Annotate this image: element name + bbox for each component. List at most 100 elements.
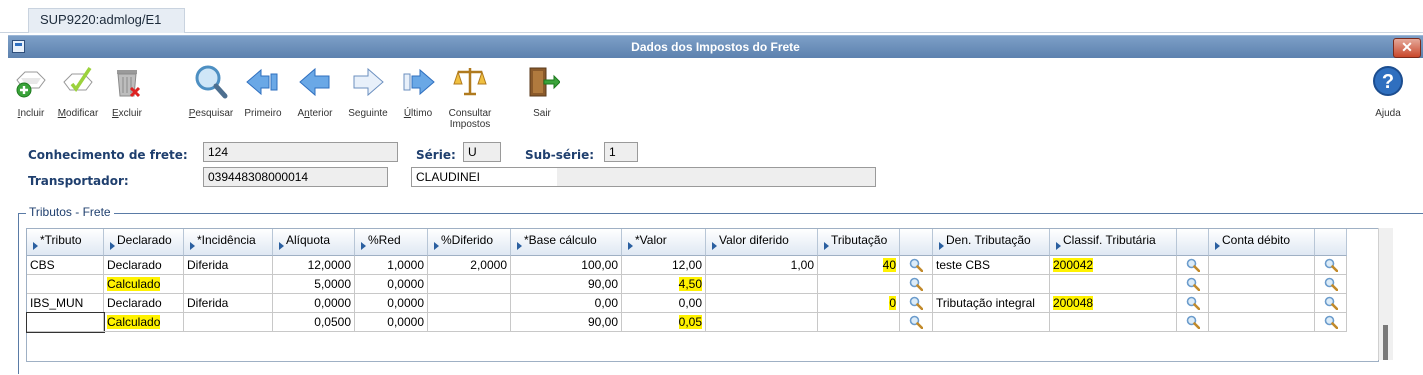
cell-conta-debito[interactable] [1209, 256, 1315, 275]
lookup-button[interactable] [900, 313, 933, 332]
lookup-button[interactable] [900, 275, 933, 294]
ajuda-button[interactable]: ? Ajuda [1368, 64, 1408, 128]
lookup-button[interactable] [1177, 275, 1209, 294]
cell-incidencia[interactable]: Diferida [184, 256, 273, 275]
cell-incidencia[interactable] [184, 275, 273, 294]
anterior-button[interactable]: Anterior [292, 64, 338, 128]
excluir-button[interactable]: Excluir [108, 64, 146, 128]
lookup-button[interactable] [1177, 256, 1209, 275]
lookup-button[interactable] [1315, 256, 1347, 275]
cell-tributo[interactable] [27, 275, 104, 294]
cell-valor-diferido[interactable] [706, 313, 818, 332]
column-header-diferido[interactable]: %Diferido [428, 229, 511, 256]
column-header-den-tributacao[interactable]: Den. Tributação [933, 229, 1050, 256]
column-header-conta-debito[interactable]: Conta débito [1209, 229, 1315, 256]
cell-den-tributacao[interactable]: Tributação integral [933, 294, 1050, 313]
cell-conta-debito[interactable] [1209, 294, 1315, 313]
cell-tributo[interactable] [26, 312, 105, 333]
cell-aliquota[interactable]: 0,0000 [273, 294, 355, 313]
cell-red[interactable]: 0,0000 [355, 275, 428, 294]
lookup-button[interactable] [900, 294, 933, 313]
column-header-tributacao[interactable]: Tributação [818, 229, 900, 256]
subserie-field[interactable]: 1 [604, 142, 638, 162]
cell-conta-debito[interactable] [1209, 275, 1315, 294]
cell-aliquota[interactable]: 5,0000 [273, 275, 355, 294]
cell-base-calculo[interactable]: 90,00 [511, 275, 622, 294]
lookup-button[interactable] [1315, 313, 1347, 332]
column-header-classif-tributaria[interactable]: Classif. Tributária [1050, 229, 1177, 256]
ultimo-button[interactable]: Último [400, 64, 436, 128]
cell-value: Tributação integral [936, 296, 1035, 310]
cell-tributacao[interactable]: 40 [818, 256, 900, 275]
cell-valor[interactable]: 12,00 [622, 256, 706, 275]
lookup-button[interactable] [1177, 294, 1209, 313]
cell-valor[interactable]: 0,05 [622, 313, 706, 332]
cell-tributacao[interactable]: 0 [818, 294, 900, 313]
transportador-name-field[interactable]: CLAUDINEI [411, 167, 876, 187]
cell-classif-tributaria[interactable] [1050, 313, 1177, 332]
grid-scrollbar-thumb[interactable] [1383, 325, 1388, 360]
transportador-code-field[interactable]: 039448308000014 [203, 167, 388, 187]
cell-tributo[interactable]: CBS [27, 256, 104, 275]
cell-den-tributacao[interactable] [933, 275, 1050, 294]
cell-tributo[interactable]: IBS_MUN [27, 294, 104, 313]
cell-base-calculo[interactable]: 0,00 [511, 294, 622, 313]
cell-valor-diferido[interactable] [706, 294, 818, 313]
sair-button[interactable]: Sair [524, 64, 560, 128]
lookup-button[interactable] [1177, 313, 1209, 332]
column-header-aliquota[interactable]: Alíquota [273, 229, 355, 256]
modificar-button[interactable]: Modificar [52, 64, 104, 128]
column-header-classif-lookup[interactable] [1177, 229, 1209, 256]
cell-aliquota[interactable]: 12,0000 [273, 256, 355, 275]
cell-tributacao[interactable] [818, 313, 900, 332]
cell-red[interactable]: 0,0000 [355, 294, 428, 313]
column-header-conta-lookup[interactable] [1315, 229, 1347, 256]
cell-valor[interactable]: 4,50 [622, 275, 706, 294]
cell-conta-debito[interactable] [1209, 313, 1315, 332]
column-header-red[interactable]: %Red [355, 229, 428, 256]
cell-tributacao[interactable] [818, 275, 900, 294]
cell-base-calculo[interactable]: 90,00 [511, 313, 622, 332]
cell-valor[interactable]: 0,00 [622, 294, 706, 313]
cell-den-tributacao[interactable] [933, 313, 1050, 332]
cell-classif-tributaria[interactable]: 200042 [1050, 256, 1177, 275]
cell-den-tributacao[interactable]: teste CBS [933, 256, 1050, 275]
cell-valor-diferido[interactable]: 1,00 [706, 256, 818, 275]
primeiro-button[interactable]: Primeiro [240, 64, 286, 128]
cell-classif-tributaria[interactable]: 200048 [1050, 294, 1177, 313]
cell-diferido[interactable]: 2,0000 [428, 256, 511, 275]
cell-red[interactable]: 0,0000 [355, 313, 428, 332]
lookup-button[interactable] [900, 256, 933, 275]
cell-declarado[interactable]: Calculado [104, 313, 184, 332]
cell-declarado[interactable]: Declarado [104, 294, 184, 313]
cell-valor-diferido[interactable] [706, 275, 818, 294]
cell-declarado[interactable]: Calculado [104, 275, 184, 294]
cell-classif-tributaria[interactable] [1050, 275, 1177, 294]
cell-diferido[interactable] [428, 294, 511, 313]
cell-incidencia[interactable]: Diferida [184, 294, 273, 313]
column-header-tributacao-lookup[interactable] [900, 229, 933, 256]
lookup-button[interactable] [1315, 275, 1347, 294]
column-header-valor[interactable]: *Valor [622, 229, 706, 256]
pesquisar-button[interactable]: Pesquisar [186, 64, 236, 128]
column-header-base-calculo[interactable]: *Base cálculo [511, 229, 622, 256]
cell-diferido[interactable] [428, 313, 511, 332]
column-header-valor-diferido[interactable]: Valor diferido [706, 229, 818, 256]
cell-base-calculo[interactable]: 100,00 [511, 256, 622, 275]
cell-aliquota[interactable]: 0,0500 [273, 313, 355, 332]
close-button[interactable]: ✕ [1393, 38, 1421, 58]
cell-incidencia[interactable] [184, 313, 273, 332]
cell-red[interactable]: 1,0000 [355, 256, 428, 275]
column-header-declarado[interactable]: Declarado [104, 229, 184, 256]
tab-sup9220[interactable]: SUP9220:admlog/E1 [28, 8, 185, 33]
seguinte-button[interactable]: Seguinte [344, 64, 392, 128]
column-header-incidencia[interactable]: *Incidência [184, 229, 273, 256]
incluir-button[interactable]: Incluir [14, 64, 48, 128]
serie-field[interactable]: U [463, 142, 501, 162]
conhecimento-field[interactable]: 124 [203, 142, 398, 162]
cell-declarado[interactable]: Declarado [104, 256, 184, 275]
column-header-tributo[interactable]: *Tributo [27, 229, 104, 256]
lookup-button[interactable] [1315, 294, 1347, 313]
cell-diferido[interactable] [428, 275, 511, 294]
consultar-impostos-button[interactable]: Consultar Impostos [444, 64, 496, 130]
